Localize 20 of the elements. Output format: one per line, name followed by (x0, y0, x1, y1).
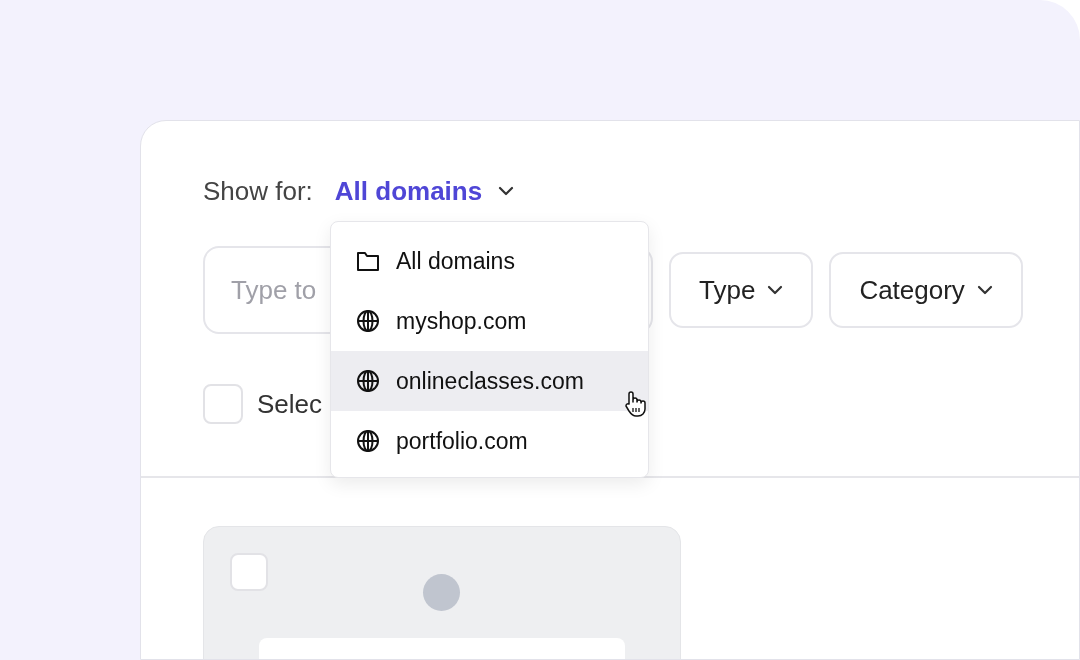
globe-icon (356, 309, 380, 333)
chevron-down-icon (976, 285, 993, 295)
chevron-down-icon (498, 186, 515, 196)
image-placeholder-icon (423, 574, 460, 611)
menu-item[interactable]: portfolio.com (331, 411, 648, 471)
menu-item[interactable]: onlineclasses.com (331, 351, 648, 411)
filter-dropdown[interactable]: Category (829, 252, 1023, 328)
checkbox[interactable] (203, 384, 243, 424)
domain-dropdown[interactable]: All domains (334, 175, 515, 207)
show-for-label: Show for: (203, 175, 313, 207)
checkbox[interactable] (230, 553, 268, 591)
menu-item[interactable]: myshop.com (331, 291, 648, 351)
globe-icon (356, 429, 380, 453)
globe-icon (356, 369, 380, 393)
folder-icon (356, 250, 380, 272)
chevron-down-icon (767, 285, 784, 295)
select-all-label: Selec (257, 388, 323, 420)
hand-cursor-icon (622, 390, 646, 418)
filter-dropdown[interactable]: Type (669, 252, 814, 328)
menu-item[interactable]: All domains (331, 231, 648, 291)
